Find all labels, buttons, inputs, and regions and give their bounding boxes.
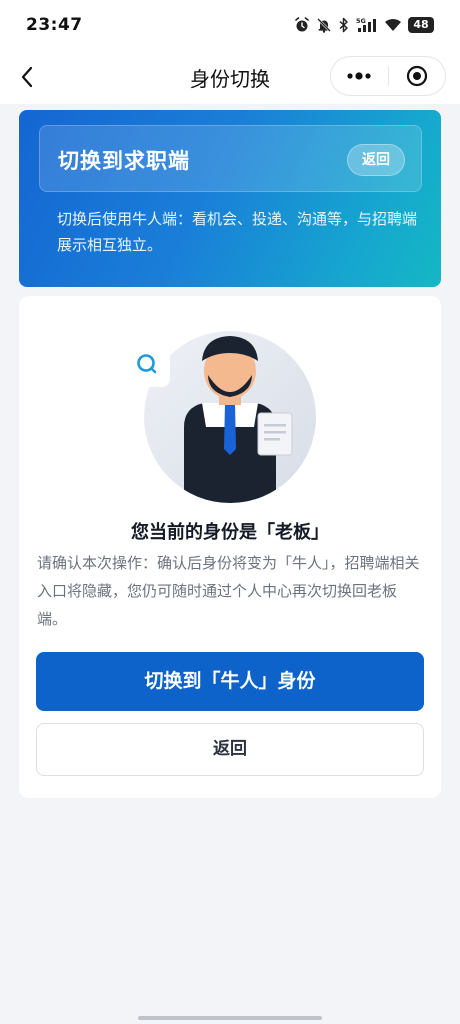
banner-back-button[interactable]: 返回	[347, 144, 405, 176]
target-circle-icon	[406, 65, 427, 87]
confirm-description: 请确认本次操作：确认后身份将变为「牛人」，招聘端相关入口将隐藏，您仍可随时通过个…	[37, 554, 420, 628]
mini-program-capsule	[330, 56, 446, 96]
bluetooth-icon	[339, 17, 348, 33]
status-bar: 23:47 5G 48	[0, 0, 460, 50]
switch-banner-title: 切换到求职端	[58, 149, 190, 173]
close-mini-program-button[interactable]	[389, 57, 446, 95]
return-button[interactable]: 返回	[36, 723, 424, 776]
home-indicator[interactable]	[138, 1016, 322, 1020]
current-identity-title: 您当前的身份是「老板」	[131, 522, 329, 543]
nav-bar: 身份切换	[0, 50, 460, 104]
status-time: 23:47	[26, 15, 83, 35]
more-dots-icon	[347, 72, 371, 80]
signal-5g-icon: 5G	[356, 17, 376, 32]
switch-banner-header: 切换到求职端 返回	[39, 125, 422, 192]
back-button[interactable]	[12, 62, 42, 92]
switch-identity-button[interactable]: 切换到「牛人」身份	[36, 652, 424, 711]
svg-text:5G: 5G	[356, 17, 366, 25]
chevron-left-icon	[21, 66, 33, 88]
more-button[interactable]	[331, 57, 388, 95]
bell-off-icon	[317, 18, 331, 33]
wifi-icon	[385, 18, 401, 31]
alarm-icon	[295, 17, 309, 32]
battery-icon: 48	[408, 17, 434, 33]
page-title: 身份切换	[190, 66, 270, 91]
switch-banner-description: 切换后使用牛人端：看机会、投递、沟通等，与招聘端展示相互独立。	[57, 210, 418, 254]
identity-card: 您当前的身份是「老板」 请确认本次操作：确认后身份将变为「牛人」，招聘端相关入口…	[19, 296, 441, 798]
boss-avatar-illustration	[126, 331, 316, 503]
switch-banner: 切换到求职端 返回 切换后使用牛人端：看机会、投递、沟通等，与招聘端展示相互独立…	[19, 110, 441, 287]
status-icons: 5G 48	[294, 17, 434, 33]
